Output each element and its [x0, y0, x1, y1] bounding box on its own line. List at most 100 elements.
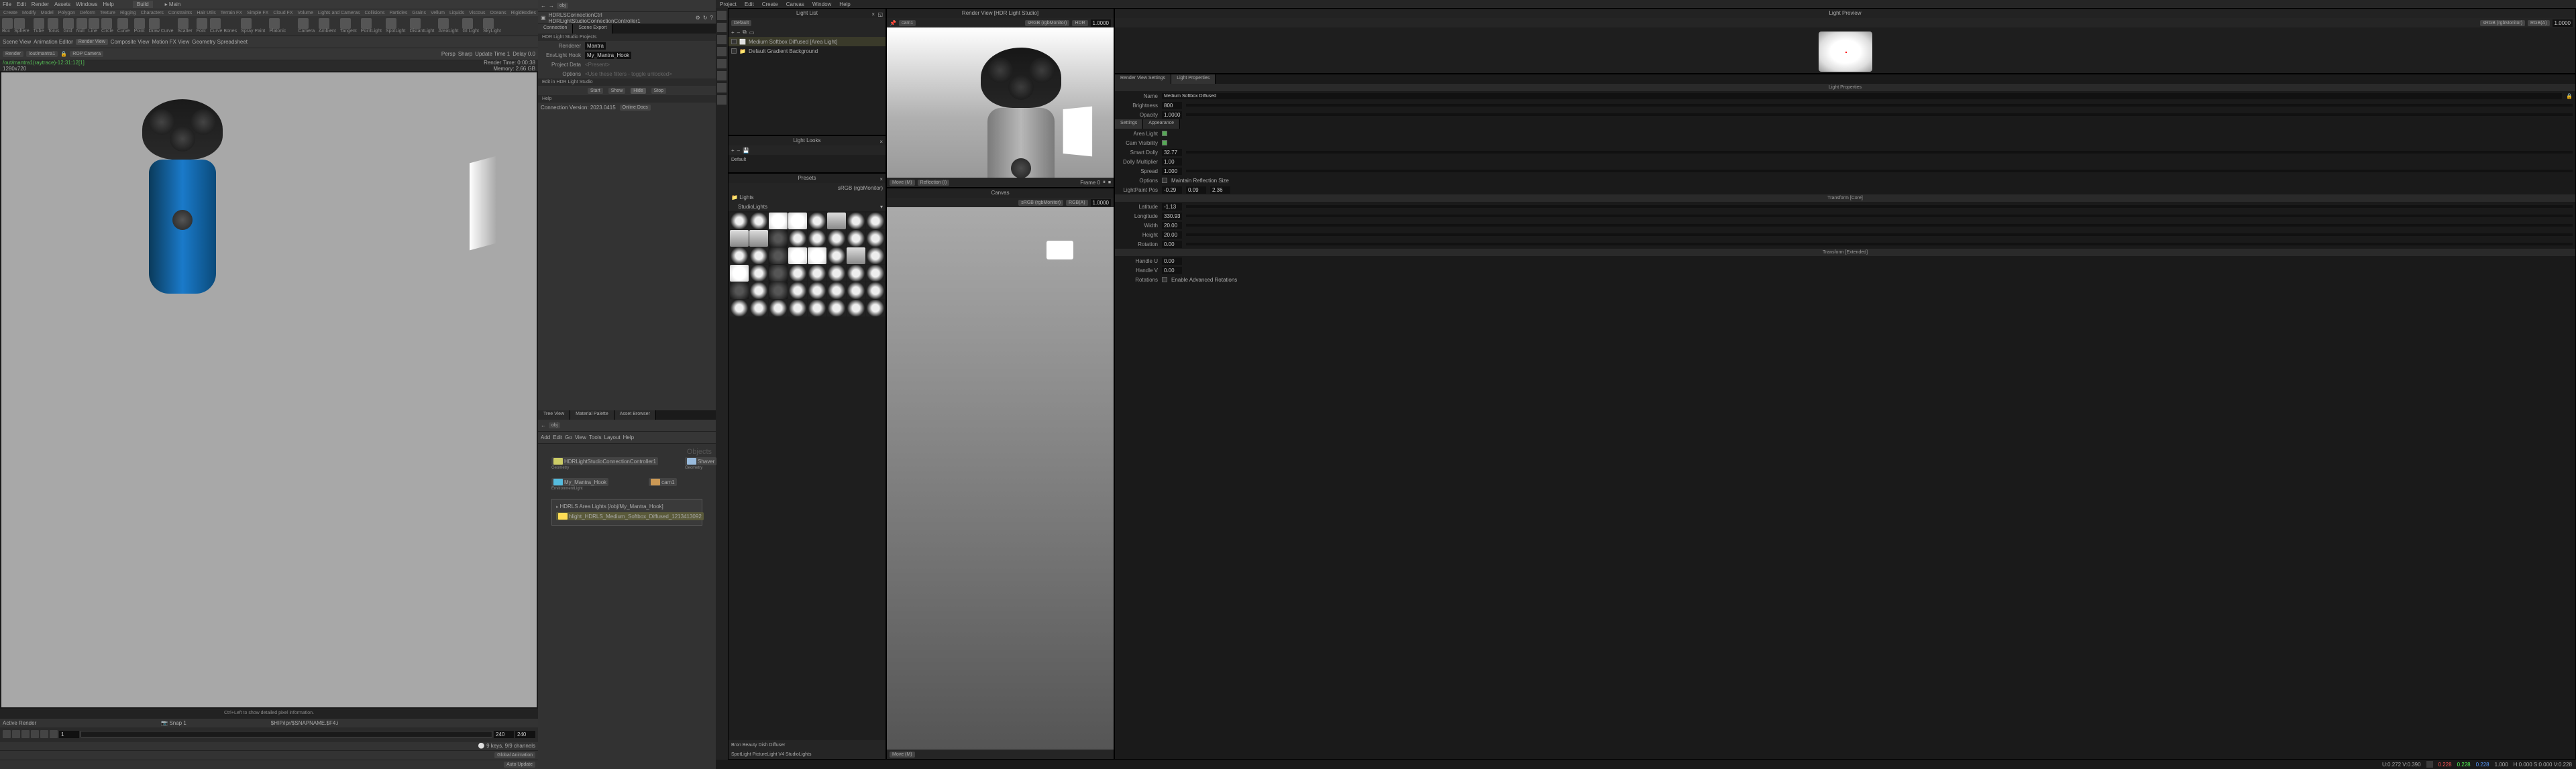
preset-thumb[interactable] — [730, 282, 749, 299]
visibility-checkbox[interactable] — [731, 39, 737, 44]
camvis-checkbox[interactable] — [1162, 140, 1167, 145]
arealight-checkbox[interactable] — [1162, 131, 1167, 136]
height-slider[interactable] — [1186, 233, 2573, 236]
default-dropdown[interactable]: Default — [731, 20, 751, 26]
lock-icon[interactable]: 🔒 — [2566, 93, 2573, 99]
shelf-tool[interactable]: Grid — [63, 18, 74, 34]
node-hdrls-light[interactable]: hlight_HDRLS_Medium_Softbox_Diffused_121… — [556, 512, 704, 520]
timeline-prev-icon[interactable] — [12, 730, 20, 738]
height-input[interactable]: 20.00 — [1162, 231, 1182, 239]
preset-thumb[interactable] — [827, 265, 846, 282]
menu-create[interactable]: Create — [762, 1, 778, 7]
preset-thumb[interactable] — [749, 230, 768, 247]
lp-mode[interactable]: RGB(A) — [2528, 20, 2550, 26]
preset-thumb[interactable] — [808, 247, 826, 264]
node-envlight[interactable]: My_Mantra_Hook — [551, 478, 608, 486]
node-hdrls-controller[interactable]: HDRLightStudioConnectionController1 — [551, 457, 658, 465]
opacity-input[interactable]: 1.0000 — [1162, 111, 1182, 119]
render-viewport[interactable] — [1, 72, 537, 707]
pin-icon[interactable]: 📌 — [890, 20, 896, 26]
preset-thumb[interactable] — [827, 300, 846, 316]
update-time[interactable]: Update Time 1 — [475, 51, 510, 57]
preset-thumb[interactable] — [769, 213, 788, 229]
tab-tree-view[interactable]: Tree View — [538, 410, 570, 420]
tool-rotate-icon[interactable] — [717, 35, 727, 44]
tab-scene-export[interactable]: Scene Export — [573, 24, 612, 34]
latitude-input[interactable]: -1.13 — [1162, 203, 1182, 211]
layout-build[interactable]: Build — [133, 1, 153, 8]
duplicate-icon[interactable]: ⧉ — [743, 29, 747, 36]
node-shaver[interactable]: Shaver — [685, 457, 716, 465]
name-input[interactable] — [1162, 93, 2562, 99]
start-button[interactable]: Start — [588, 88, 603, 94]
preset-thumb[interactable] — [769, 300, 788, 316]
handleu-input[interactable]: 0.00 — [1162, 257, 1182, 265]
preset-thumb[interactable] — [788, 230, 807, 247]
save-look-icon[interactable]: 💾 — [743, 147, 749, 154]
chevron-down-icon[interactable]: ▾ — [880, 204, 883, 210]
node-cam1[interactable]: cam1 — [649, 478, 677, 486]
spread-slider[interactable] — [1186, 170, 2573, 172]
canvas-move-mode[interactable]: Move (M) — [890, 752, 915, 758]
width-input[interactable]: 20.00 — [1162, 222, 1182, 229]
refresh-icon[interactable]: ↻ — [703, 15, 708, 21]
shelf-tool[interactable]: AreaLight — [438, 18, 461, 34]
shelf-tool[interactable]: Camera — [298, 18, 317, 34]
help-icon[interactable]: ? — [710, 15, 713, 21]
width-slider[interactable] — [1186, 224, 2573, 227]
envhook-dropdown[interactable]: My_Mantra_Hook — [585, 52, 631, 59]
preset-thumb[interactable] — [866, 265, 885, 282]
render-rop-path[interactable]: /out/mantra1 — [26, 51, 58, 57]
preset-thumb[interactable] — [827, 247, 846, 264]
canvas-mode[interactable]: RGB(A) — [1066, 200, 1088, 206]
tab-connection[interactable]: Connection — [538, 24, 573, 34]
shelf-tool[interactable]: Circle — [101, 18, 116, 34]
canvas-viewport[interactable] — [887, 207, 1114, 750]
spread-input[interactable]: 1.000 — [1162, 168, 1182, 175]
timeline-start[interactable]: 1 — [59, 731, 79, 738]
timeline-end[interactable]: 240 — [494, 731, 514, 738]
preset-thumb[interactable] — [769, 265, 788, 282]
lightpaint-w[interactable]: 2.36 — [1210, 186, 1230, 194]
menu-windows[interactable]: Windows — [76, 1, 97, 7]
shelf-tool[interactable]: Tube — [34, 18, 47, 34]
preset-thumb[interactable] — [866, 282, 885, 299]
timeline-play-back-icon[interactable] — [21, 730, 30, 738]
snap-label[interactable]: 📷 Snap 1 — [161, 720, 186, 726]
shelf-tool[interactable]: Scatter — [178, 18, 195, 34]
tool-pointer-icon[interactable] — [717, 11, 727, 20]
shelf-tool[interactable]: Line — [89, 18, 100, 34]
desktop-main[interactable]: ▸ Main — [165, 1, 181, 7]
delay[interactable]: Delay 0.0 — [513, 51, 535, 57]
timeline-first-icon[interactable] — [3, 730, 11, 738]
smartdolly-input[interactable]: 32.77 — [1162, 149, 1182, 156]
hide-button[interactable]: Hide — [631, 88, 645, 94]
menu-edit[interactable]: Edit — [17, 1, 26, 7]
tab-render-view[interactable]: Render View — [76, 39, 108, 45]
lp-exposure[interactable]: 1.0000 — [2553, 19, 2573, 27]
preset-thumb[interactable] — [769, 282, 788, 299]
visibility-checkbox[interactable] — [731, 48, 737, 54]
renderer-dropdown[interactable]: Mantra — [585, 42, 606, 50]
fwd-icon[interactable]: → — [549, 3, 554, 9]
menu-window[interactable]: Window — [812, 1, 831, 7]
timeline-current[interactable]: 240 — [515, 731, 535, 738]
shelf-tool[interactable]: Sphere — [14, 18, 32, 34]
stop-button[interactable]: Stop — [651, 88, 666, 94]
tab-appearance[interactable]: Appearance — [1143, 119, 1180, 129]
add-look-icon[interactable]: + — [731, 147, 735, 154]
tab-composite[interactable]: Composite View — [111, 39, 150, 45]
rotation-input[interactable]: 0.00 — [1162, 241, 1182, 248]
shelf-tool[interactable]: Ambient — [319, 18, 339, 34]
tool-move-icon[interactable] — [717, 23, 727, 32]
close-icon[interactable]: × — [879, 137, 883, 147]
shelf-tool[interactable]: Box — [2, 18, 13, 34]
preset-thumb[interactable] — [847, 213, 865, 229]
preset-thumb[interactable] — [808, 230, 826, 247]
shelf-tool[interactable]: Draw Curve — [149, 18, 176, 34]
canvas-light-rect[interactable] — [1046, 241, 1073, 259]
shelf-tool[interactable]: Curve Bones — [210, 18, 239, 34]
preset-thumb[interactable] — [730, 265, 749, 282]
preset-thumb[interactable] — [730, 247, 749, 264]
longitude-slider[interactable] — [1186, 215, 2573, 217]
